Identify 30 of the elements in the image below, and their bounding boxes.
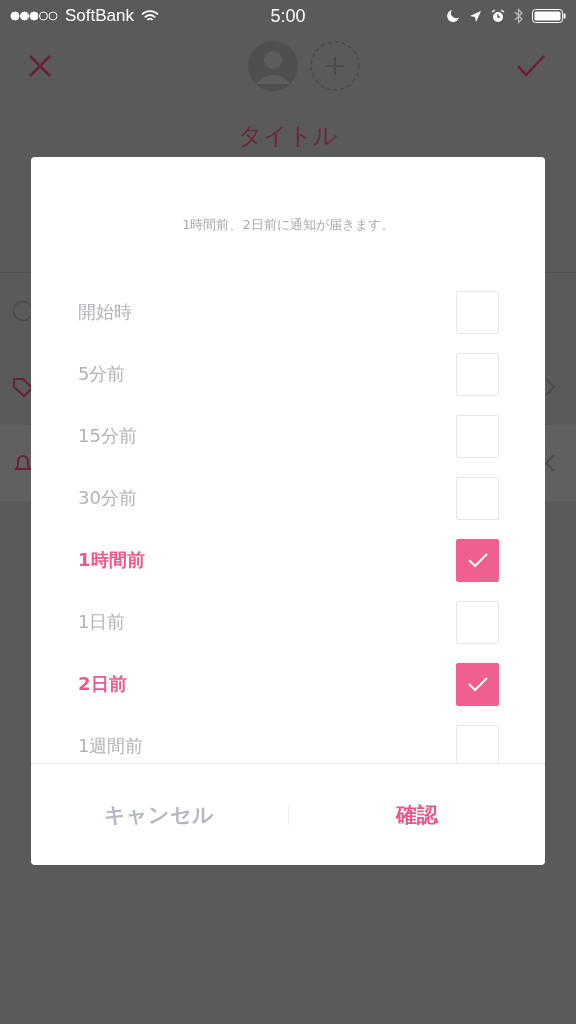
carrier-name: SoftBank xyxy=(65,6,134,26)
checkbox[interactable] xyxy=(456,538,499,582)
option-label[interactable]: 15分前 xyxy=(78,424,137,448)
option-label[interactable]: 開始時 xyxy=(78,300,132,324)
cancel-button[interactable]: キャンセル xyxy=(31,790,288,839)
bluetooth-icon xyxy=(514,8,523,24)
confirm-button[interactable]: 確認 xyxy=(288,790,545,839)
chevron-right-icon xyxy=(544,377,556,397)
moon-icon xyxy=(446,9,460,23)
clock-icon xyxy=(12,300,34,322)
option-label[interactable]: 30分前 xyxy=(78,486,137,510)
status-time: 5:00 xyxy=(270,5,306,27)
checkmark-icon[interactable] xyxy=(516,54,546,78)
wifi-icon xyxy=(141,9,159,23)
option-label[interactable]: 1時間前 xyxy=(78,548,145,572)
option-label[interactable]: 1日前 xyxy=(78,610,126,634)
option-label[interactable]: 2日前 xyxy=(78,672,127,696)
dialog-message: 1時間前、2日前に通知が届きます。 xyxy=(181,216,395,234)
signal-icon xyxy=(10,11,58,21)
close-icon[interactable] xyxy=(28,54,52,78)
alarm-clock-icon xyxy=(491,9,505,23)
option-label[interactable]: 5分前 xyxy=(78,362,126,386)
option-label[interactable]: 1週間前 xyxy=(78,734,144,758)
battery-icon xyxy=(532,9,566,23)
checkmark-icon xyxy=(466,552,489,568)
checkbox[interactable] xyxy=(456,662,499,706)
location-arrow-icon xyxy=(469,9,482,23)
chevron-left-icon xyxy=(544,453,556,473)
checkmark-icon xyxy=(466,676,489,692)
tag-icon xyxy=(12,376,34,398)
